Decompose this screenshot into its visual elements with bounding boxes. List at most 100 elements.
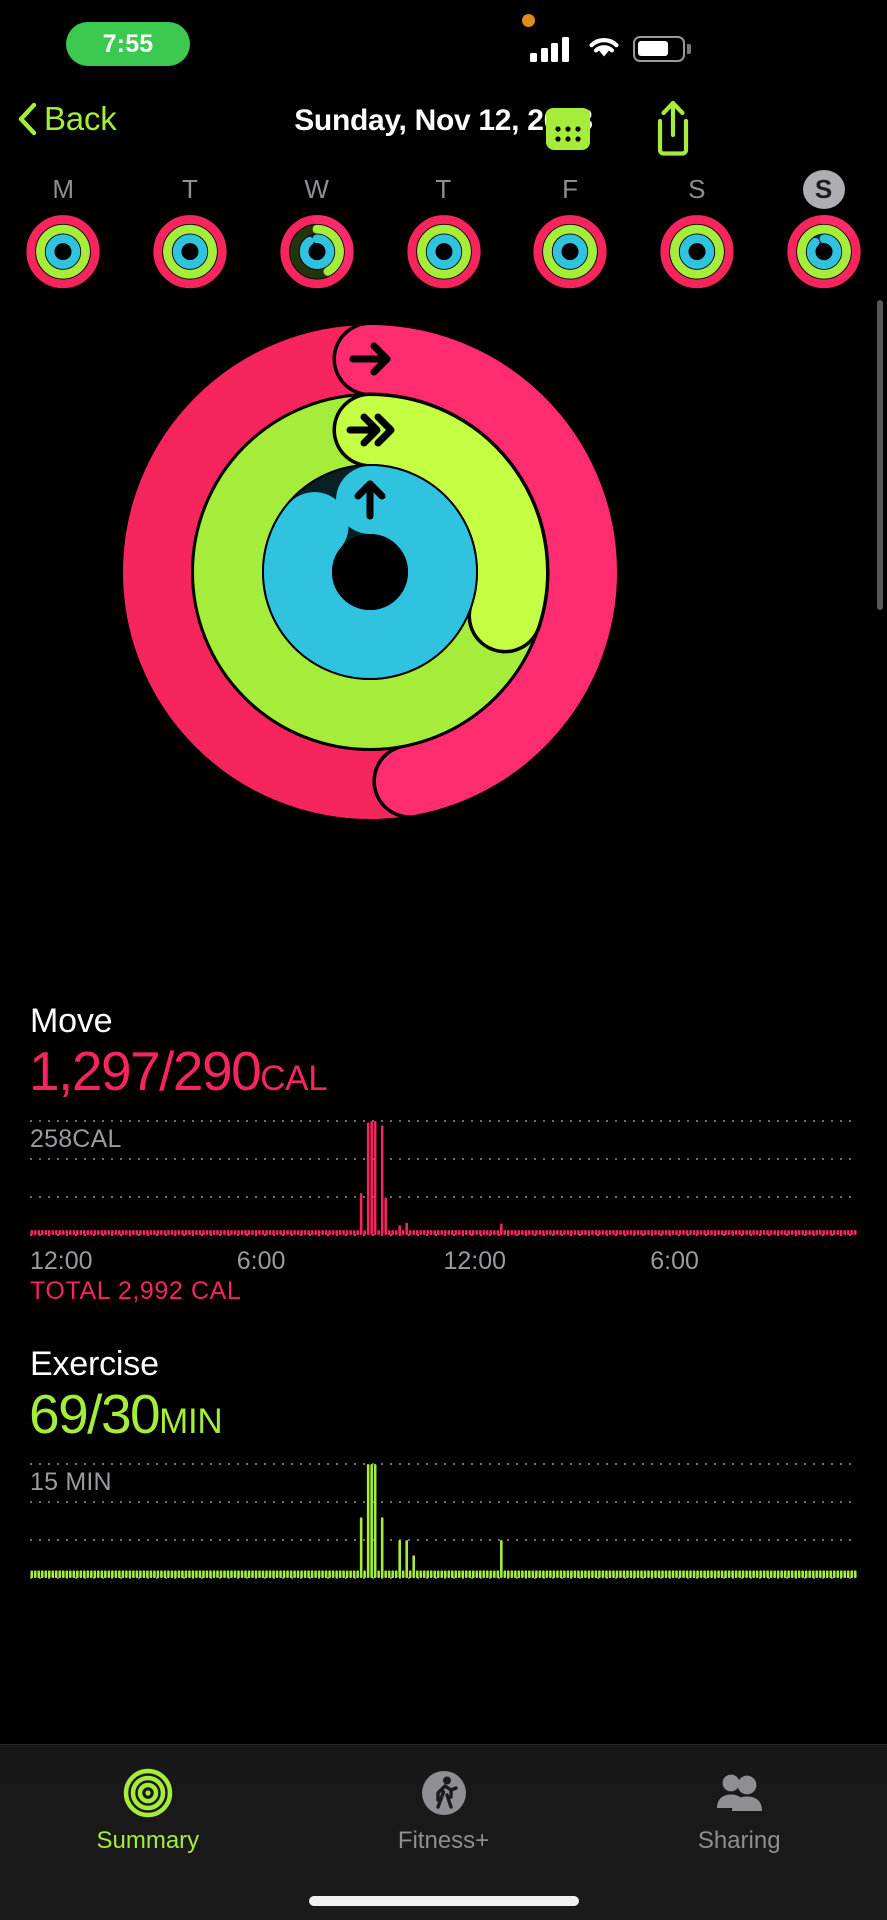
- chart-bar: [514, 1570, 517, 1578]
- chart-bar: [139, 1570, 142, 1578]
- chart-bar: [825, 1229, 829, 1235]
- tab-fitness-plus[interactable]: Fitness+: [296, 1745, 592, 1920]
- chart-bar: [545, 1570, 549, 1578]
- chart-bar: [296, 1229, 300, 1235]
- chart-bar: [317, 1570, 321, 1578]
- chart-bar: [338, 1229, 342, 1235]
- week-day-letter: S: [802, 170, 845, 209]
- share-icon[interactable]: [652, 100, 694, 156]
- chart-bar: [202, 1570, 205, 1578]
- chart-bar: [559, 1570, 563, 1578]
- activity-rings[interactable]: [120, 321, 621, 822]
- exercise-title: Exercise: [30, 1345, 159, 1383]
- chart-bar: [205, 1229, 209, 1235]
- chart-bar: [654, 1229, 657, 1235]
- chart-bar: [139, 1229, 142, 1235]
- chart-bar: [335, 1229, 338, 1235]
- chart-bar: [363, 1229, 366, 1235]
- chart-bar: [244, 1229, 247, 1235]
- chart-bar: [601, 1570, 605, 1578]
- chart-bar: [542, 1229, 545, 1235]
- chart-bar: [188, 1229, 191, 1235]
- chart-bar: [608, 1229, 612, 1235]
- exercise-unit: MIN: [159, 1402, 223, 1441]
- chart-bar: [468, 1229, 472, 1235]
- chart-bar: [440, 1570, 444, 1578]
- chart-bar: [307, 1229, 310, 1235]
- calendar-icon[interactable]: [544, 106, 592, 152]
- chart-bar: [454, 1570, 458, 1578]
- chart-bar: [37, 1229, 41, 1235]
- chart-bar: [783, 1570, 787, 1578]
- chart-bar: [650, 1570, 654, 1578]
- chart-bar: [689, 1229, 692, 1235]
- chart-bar: [566, 1570, 570, 1578]
- tab-sharing[interactable]: Sharing: [591, 1745, 887, 1920]
- tab-bar[interactable]: Summary Fitness+ Sharing: [0, 1744, 887, 1920]
- chart-bar: [33, 1229, 37, 1235]
- chart-bar: [542, 1570, 545, 1578]
- week-day-6[interactable]: S: [760, 170, 887, 290]
- chart-bar: [650, 1229, 654, 1235]
- chart-bar: [769, 1570, 773, 1578]
- chart-bar: [125, 1229, 128, 1235]
- chart-bar: [500, 1539, 503, 1578]
- chart-bar: [836, 1229, 840, 1235]
- move-section[interactable]: Move 1,297/290CAL 258CAL 12:00 6:00 12:00 6…: [0, 1002, 887, 1306]
- week-day-4[interactable]: F: [507, 170, 634, 290]
- chart-bar: [682, 1570, 685, 1578]
- chart-bar: [209, 1570, 212, 1578]
- exercise-section[interactable]: Exercise 69/30MIN 15 MIN: [0, 1345, 887, 1618]
- week-day-strip[interactable]: MTWTFSS: [0, 170, 887, 290]
- week-day-rings: [660, 214, 734, 288]
- chart-bar: [622, 1229, 626, 1235]
- chart-bar: [275, 1229, 279, 1235]
- week-day-3[interactable]: T: [380, 170, 507, 290]
- chart-bar: [188, 1570, 191, 1578]
- chart-bar: [580, 1570, 584, 1578]
- week-day-letter: F: [562, 173, 579, 204]
- chart-bar: [279, 1570, 282, 1578]
- chart-bar: [549, 1229, 552, 1235]
- chart-bar: [377, 1570, 380, 1578]
- scrollbar[interactable]: [877, 300, 883, 610]
- chart-bar: [643, 1570, 647, 1578]
- chart-bar: [538, 1229, 542, 1235]
- week-day-2[interactable]: W: [253, 170, 380, 290]
- chart-bar: [587, 1229, 591, 1235]
- chart-bar: [794, 1229, 797, 1235]
- chart-bar: [486, 1229, 489, 1235]
- chart-bar: [797, 1570, 801, 1578]
- chart-bar: [128, 1570, 132, 1578]
- chart-bar: [177, 1229, 181, 1235]
- week-day-letter: M: [52, 173, 75, 204]
- chart-bar: [475, 1229, 479, 1235]
- chart-bar: [373, 1120, 377, 1235]
- week-day-5[interactable]: S: [634, 170, 761, 290]
- chart-bar: [51, 1229, 55, 1235]
- chart-bar: [300, 1570, 303, 1578]
- chart-bar: [801, 1570, 804, 1578]
- chart-bar: [149, 1229, 153, 1235]
- chart-bar: [90, 1570, 93, 1578]
- chart-bar: [717, 1229, 720, 1235]
- chart-bar: [507, 1229, 510, 1235]
- chart-bar: [524, 1229, 528, 1235]
- chart-bar: [450, 1229, 454, 1235]
- chart-bar: [114, 1570, 118, 1578]
- week-day-1[interactable]: T: [127, 170, 254, 290]
- wifi-icon: [589, 38, 619, 57]
- move-x-tick: 12:00: [443, 1246, 507, 1275]
- chart-bar: [843, 1229, 847, 1235]
- week-day-letter: T: [181, 173, 199, 204]
- chart-bar: [734, 1570, 738, 1578]
- chart-bar: [496, 1570, 500, 1578]
- chart-bar: [429, 1229, 433, 1235]
- chart-bar: [629, 1229, 633, 1235]
- chart-bar: [125, 1570, 128, 1578]
- exercise-number: 69/30: [29, 1383, 161, 1445]
- chart-bar: [373, 1463, 377, 1578]
- week-day-0[interactable]: M: [0, 170, 127, 290]
- tab-summary[interactable]: Summary: [0, 1745, 296, 1920]
- chart-bar: [223, 1229, 226, 1235]
